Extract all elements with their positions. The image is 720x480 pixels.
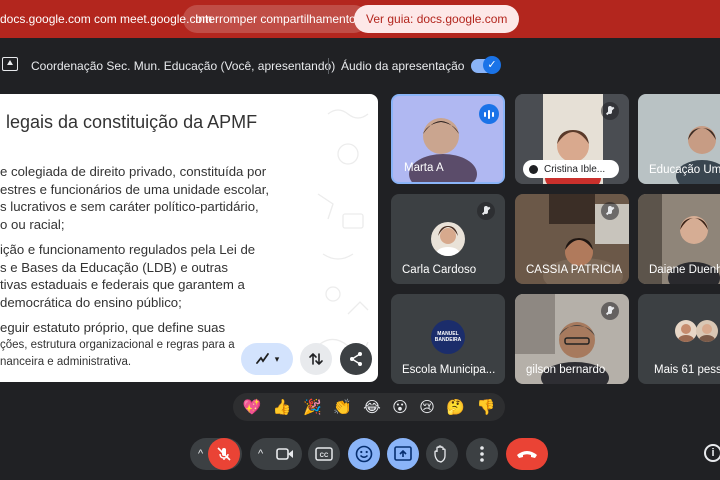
svg-text:CC: CC <box>320 453 329 459</box>
participant-tile-escola[interactable]: MANUEL BANDEIRA Escola Municipa... <box>391 294 505 384</box>
slide-title: legais da constituição da APMF <box>6 112 258 132</box>
reaction-laughing[interactable]: 😂 <box>363 398 381 416</box>
present-to-all-icon <box>394 446 412 461</box>
pen-scribble-icon <box>255 353 269 364</box>
school-logo: MANUEL BANDEIRA <box>431 320 465 354</box>
avatar <box>696 320 718 342</box>
participant-name: CASSIA PATRICIA <box>526 264 623 276</box>
more-options-button[interactable] <box>466 438 498 470</box>
share-slide-button[interactable] <box>340 343 372 375</box>
slide-line: eguir estatuto próprio, que define suas <box>0 320 226 335</box>
participant-name-chip: Cristina Ible... <box>523 160 619 178</box>
participant-tile-gilson[interactable]: gilson bernardo <box>515 294 629 384</box>
see-tab-button[interactable]: Ver guia: docs.google.com <box>354 5 520 33</box>
stop-sharing-button[interactable]: Interromper compartilhamento <box>183 5 368 33</box>
participant-name: Daiane Duenh <box>649 264 720 276</box>
presentation-audio-label: Áudio da apresentação <box>341 59 465 73</box>
participant-name: Cristina Ible... <box>544 163 606 175</box>
smiley-face-icon <box>355 445 373 463</box>
leave-call-button[interactable] <box>506 438 548 470</box>
reaction-sparkling-heart[interactable]: 💖 <box>243 398 262 416</box>
reaction-thinking[interactable]: 🤔 <box>446 398 465 416</box>
participant-tile-daiane[interactable]: Daiane Duenh <box>638 194 720 284</box>
more-participants-label: Mais 61 pesso <box>654 364 720 376</box>
speaking-indicator-icon <box>479 104 499 124</box>
participant-tile-marta[interactable]: Marta A <box>391 94 505 184</box>
slide-paragraph-2: ição e funcionamento regulados pela Lei … <box>0 241 318 311</box>
participant-tile-carla[interactable]: Carla Cardoso <box>391 194 505 284</box>
reactions-bar: 💖 👍 🎉 👏 😂 😮 😢 🤔 👎 <box>233 393 505 421</box>
audio-settings-chevron-icon[interactable]: ^ <box>198 448 203 460</box>
participant-name: Escola Municipa... <box>402 364 496 376</box>
slide-line: estres e funcionários de uma unidade esc… <box>0 181 270 197</box>
avatar-photo <box>696 320 718 342</box>
participant-name: Carla Cardoso <box>402 264 477 276</box>
mic-off-icon <box>477 202 495 220</box>
reaction-clapping[interactable]: 👏 <box>333 398 352 416</box>
mic-off-icon <box>601 202 619 220</box>
check-icon: ✓ <box>483 56 501 74</box>
chevron-down-icon: ▾ <box>274 353 280 364</box>
microphone-toggle-button[interactable] <box>208 438 240 470</box>
divider <box>328 58 329 74</box>
video-options-group: ^ <box>250 438 302 470</box>
present-screen-icon <box>2 57 18 71</box>
presentation-audio-toggle[interactable]: ✓ <box>471 56 501 74</box>
video-settings-chevron-icon[interactable]: ^ <box>258 448 263 460</box>
slide-line: o ou racial; <box>0 216 65 232</box>
annotate-button[interactable]: ▾ <box>241 343 293 375</box>
camera-icon[interactable] <box>276 447 294 461</box>
hang-up-icon <box>517 451 537 458</box>
avatar-photo <box>675 320 697 342</box>
emoji-reactions-button[interactable] <box>348 438 380 470</box>
participant-name: Educação Umu <box>649 164 720 176</box>
raise-hand-icon <box>434 445 446 463</box>
reaction-thumbs-up[interactable]: 👍 <box>273 398 292 416</box>
captions-button[interactable]: CC <box>308 438 340 470</box>
closed-captions-icon: CC <box>315 447 333 461</box>
mic-off-icon <box>601 102 619 120</box>
slide-line: ição e funcionamento regulados pela Lei … <box>0 242 256 257</box>
slide-line: s e Bases da Educação (LDB) e outras <box>0 259 228 275</box>
pin-icon <box>529 164 538 174</box>
presenter-label: Coordenação Sec. Mun. Educação (Você, ap… <box>31 59 336 73</box>
mic-off-icon <box>217 447 231 461</box>
slide-line: tivas estaduais e federais que garantem … <box>0 277 245 292</box>
school-logo-text: MANUEL BANDEIRA <box>434 331 462 343</box>
slide-line: democrática do ensino público; <box>0 294 182 310</box>
raise-hand-button[interactable] <box>426 438 458 470</box>
presenter-bar: Coordenação Sec. Mun. Educação (Você, ap… <box>0 52 720 80</box>
slide-paragraph-1: e colegiada de direito privado, constitu… <box>0 163 318 233</box>
mic-off-icon <box>601 302 619 320</box>
avatar <box>431 222 465 256</box>
participant-name: gilson bernardo <box>526 364 606 376</box>
participant-tile-cassia[interactable]: CASSIA PATRICIA <box>515 194 629 284</box>
reaction-party-popper[interactable]: 🎉 <box>303 398 322 416</box>
present-screen-button[interactable] <box>387 438 419 470</box>
meeting-details-icon[interactable]: i <box>704 444 720 462</box>
swap-arrows-icon <box>309 353 323 365</box>
reaction-sad[interactable]: 😢 <box>419 398 435 416</box>
reaction-thumbs-down[interactable]: 👎 <box>476 398 495 416</box>
reaction-surprised[interactable]: 😮 <box>392 398 408 416</box>
share-icon <box>350 352 362 366</box>
more-vert-icon <box>480 446 484 462</box>
slide-line: e colegiada de direito privado, constitu… <box>0 164 267 179</box>
slide-line: s lucrativos e sem caráter político-part… <box>0 199 259 214</box>
avatar-photo <box>431 222 465 256</box>
swap-view-button[interactable] <box>300 343 332 375</box>
more-participants-tile[interactable]: Mais 61 pesso <box>638 294 720 384</box>
presented-slide: legais da constituição da APMF e colegia… <box>0 94 378 382</box>
participant-name: Marta A <box>404 162 444 174</box>
avatar <box>675 320 697 342</box>
slide-doodle-decoration <box>317 109 369 352</box>
share-text: docs.google.com com meet.google.com <box>0 12 213 26</box>
participant-tile-educacao[interactable]: Educação Umu <box>638 94 720 184</box>
share-banner: docs.google.com com meet.google.com Inte… <box>0 0 720 38</box>
